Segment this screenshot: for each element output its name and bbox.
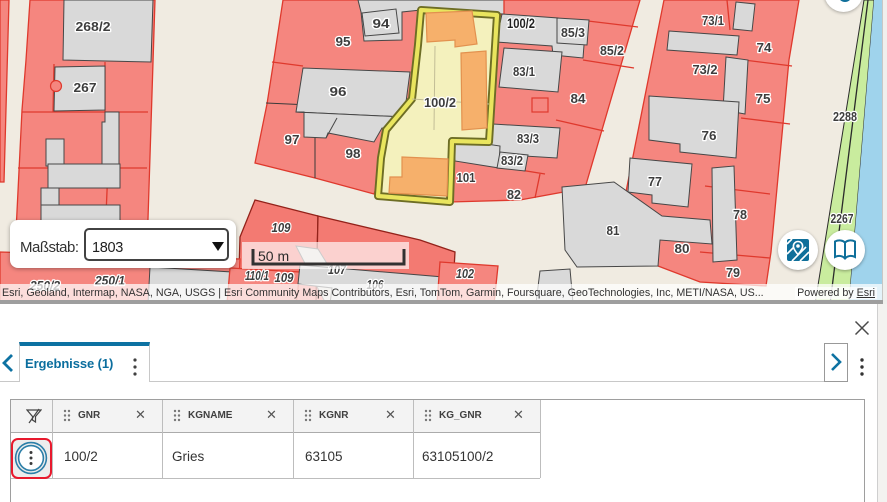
svg-text:84: 84 bbox=[571, 91, 587, 106]
svg-text:83/1: 83/1 bbox=[513, 64, 535, 79]
svg-text:81: 81 bbox=[607, 223, 620, 238]
svg-text:100/2: 100/2 bbox=[424, 95, 456, 110]
svg-text:109: 109 bbox=[272, 220, 292, 235]
svg-text:50 m: 50 m bbox=[258, 248, 289, 264]
svg-text:109: 109 bbox=[275, 270, 295, 285]
svg-text:110/1: 110/1 bbox=[245, 268, 269, 283]
svg-text:83/2: 83/2 bbox=[501, 153, 523, 168]
svg-text:97: 97 bbox=[285, 132, 300, 147]
svg-text:79: 79 bbox=[726, 265, 740, 280]
svg-text:98: 98 bbox=[346, 146, 361, 161]
svg-text:82: 82 bbox=[507, 187, 521, 202]
svg-text:76: 76 bbox=[702, 128, 717, 143]
svg-text:2267: 2267 bbox=[831, 211, 854, 226]
svg-text:85/2: 85/2 bbox=[600, 43, 624, 58]
svg-text:77: 77 bbox=[648, 174, 662, 189]
svg-text:96: 96 bbox=[330, 84, 347, 99]
svg-text:268/2: 268/2 bbox=[76, 19, 111, 34]
svg-text:102: 102 bbox=[456, 266, 475, 281]
svg-text:73/1: 73/1 bbox=[702, 13, 724, 28]
svg-text:80: 80 bbox=[675, 241, 690, 256]
svg-text:2288: 2288 bbox=[833, 109, 857, 124]
svg-text:101: 101 bbox=[457, 170, 476, 185]
svg-text:83/3: 83/3 bbox=[517, 131, 539, 146]
svg-text:94: 94 bbox=[373, 16, 391, 31]
svg-text:73/2: 73/2 bbox=[693, 62, 718, 77]
svg-text:267: 267 bbox=[74, 80, 97, 95]
svg-text:85/3: 85/3 bbox=[561, 25, 585, 40]
svg-text:78: 78 bbox=[733, 207, 747, 222]
svg-text:100/2: 100/2 bbox=[507, 16, 535, 31]
svg-text:74: 74 bbox=[757, 40, 773, 55]
svg-text:75: 75 bbox=[756, 91, 771, 106]
svg-text:95: 95 bbox=[336, 34, 351, 49]
